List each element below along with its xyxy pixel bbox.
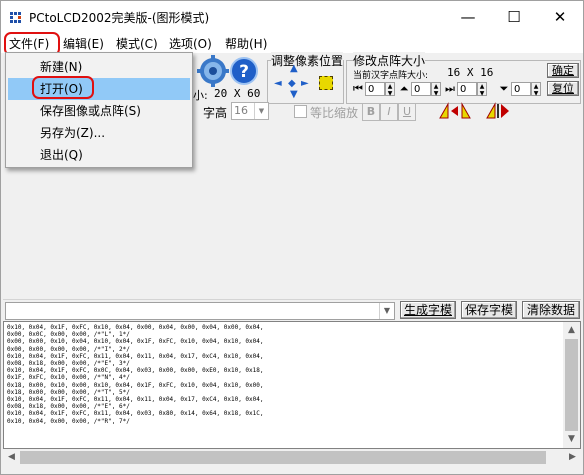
proportional-label: 等比缩放 (310, 106, 359, 120)
proportional-checkbox[interactable] (294, 105, 307, 118)
menu-item-exit[interactable]: 退出(Q) (8, 144, 190, 166)
rotate-icon[interactable] (438, 102, 478, 120)
menu-item-save-label: 保存图像或点阵(S) (40, 104, 141, 118)
output-textarea[interactable]: 0x10, 0x04, 0x1F, 0xFC, 0x10, 0x04, 0x00… (3, 321, 581, 449)
menu-item-save-as[interactable]: 另存为(Z)... (8, 122, 190, 144)
text-input-combo[interactable]: ▼ (5, 302, 395, 320)
vertical-scrollbar[interactable]: ▲ ▼ (563, 322, 580, 448)
output-line: 0x10, 0x04, 0x1F, 0xFC, 0x11, 0x04, 0x03… (7, 410, 264, 418)
chevron-down-icon: ▼ (254, 103, 268, 119)
clear-button[interactable]: 清除数据 (522, 301, 580, 319)
maximize-icon: ☐ (507, 8, 521, 26)
right-spin-stepper[interactable]: ▲ ▼ (477, 82, 487, 97)
horizontal-scrollbar[interactable]: ◀ ▶ (3, 449, 581, 466)
right-spin-input[interactable]: 0 (457, 82, 477, 96)
app-icon (10, 12, 24, 24)
flip-icon[interactable] (485, 102, 525, 120)
current-size-label: 当前汉字点阵大小: (353, 71, 429, 81)
shift-up-icon[interactable]: ▲ (290, 63, 298, 74)
scroll-right-icon[interactable]: ▶ (564, 449, 581, 466)
menu-item-exit-label: 退出(Q) (40, 148, 83, 162)
bottom-spin-stepper[interactable]: ▲ ▼ (531, 82, 541, 97)
output-line: 0x18, 0x00, 0x00, 0x00, /*"T", 5*/ (7, 388, 130, 396)
output-line: 0x08, 0x18, 0x00, 0x00, /*"E", 6*/ (7, 403, 130, 411)
left-spin-stepper[interactable]: ▲ ▼ (385, 82, 395, 97)
pixel-select-icon[interactable] (319, 76, 333, 90)
chevron-down-icon: ▼ (379, 303, 394, 319)
menu-mode[interactable]: 模式(C) (116, 35, 158, 52)
menu-item-new-label: 新建(N) (40, 60, 83, 74)
output-code: 0x10, 0x04, 0x1F, 0xFC, 0x10, 0x04, 0x00… (7, 324, 563, 425)
svg-text:?: ? (239, 62, 249, 82)
output-line: 0x00, 0x00, 0x00, 0x00, /*"I", 2*/ (7, 345, 130, 353)
trim-down-icon[interactable]: ⏷ (497, 82, 511, 96)
font-height-select[interactable]: 16 ▼ (231, 102, 269, 120)
gear-icon[interactable] (197, 55, 229, 87)
save-button[interactable]: 保存字模 (461, 301, 517, 319)
shift-center-icon[interactable]: ◆ (288, 78, 296, 89)
horizontal-scroll-thumb[interactable] (20, 451, 546, 464)
menu-item-save[interactable]: 保存图像或点阵(S) (8, 100, 190, 122)
generate-button[interactable]: 生成字模 (400, 301, 456, 319)
font-height-value: 16 (234, 104, 248, 117)
app-window: PCtoLCD2002完美版-(图形模式) — ☐ ✕ 文件(F) 编辑(E) … (0, 0, 584, 475)
close-icon: ✕ (553, 8, 567, 26)
size-prefix: 小: (193, 89, 208, 102)
trim-right-icon[interactable]: ⏭ (443, 82, 457, 96)
trim-left-icon[interactable]: ⏮ (351, 82, 365, 96)
output-line: 0x10, 0x04, 0x1F, 0xFC, 0x10, 0x04, 0x00… (7, 324, 264, 331)
open-item-highlight-annotation (32, 76, 94, 99)
scroll-up-icon[interactable]: ▲ (563, 322, 580, 339)
menu-bar: 文件(F) 编辑(E) 模式(C) 选项(O) 帮助(H) (1, 33, 583, 53)
menu-help[interactable]: 帮助(H) (225, 35, 267, 52)
menu-item-save-as-label: 另存为(Z)... (40, 126, 106, 140)
vertical-scroll-thumb[interactable] (565, 339, 578, 431)
shift-left-icon[interactable]: ◄ (274, 78, 282, 89)
output-line: 0x00, 0x0C, 0x00, 0x00, /*"L", 1*/ (7, 331, 130, 339)
minimize-icon: — (460, 8, 476, 26)
output-line: 0x18, 0x00, 0x10, 0x00, 0x10, 0x04, 0x1F… (7, 381, 264, 389)
title-bar: PCtoLCD2002完美版-(图形模式) — ☐ ✕ (1, 1, 583, 33)
output-line: 0x00, 0x00, 0x10, 0x04, 0x10, 0x04, 0x1F… (7, 338, 264, 346)
output-line: 0x1F, 0xFC, 0x10, 0x00, /*"N", 4*/ (7, 374, 130, 382)
file-menu-dropdown: 新建(N) 打开(O) 保存图像或点阵(S) 另存为(Z)... 退出(Q) (5, 52, 193, 168)
menu-options[interactable]: 选项(O) (169, 35, 212, 52)
scroll-left-icon[interactable]: ◀ (3, 449, 20, 466)
output-line: 0x08, 0x18, 0x00, 0x00, /*"E", 3*/ (7, 360, 130, 368)
modify-matrix-title: 修改点阵大小 (353, 52, 426, 69)
trim-up-icon[interactable]: ⏶ (397, 82, 411, 96)
font-height-label: 字高 (203, 106, 228, 120)
bold-button[interactable]: B (362, 103, 380, 121)
output-line: 0x10, 0x04, 0x1F, 0xFC, 0x11, 0x04, 0x11… (7, 352, 264, 360)
output-line: 0x10, 0x04, 0x1F, 0xFC, 0x0C, 0x04, 0x03… (7, 367, 264, 375)
output-line: 0x10, 0x04, 0x00, 0x00, /*"R", 7*/ (7, 417, 130, 425)
help-icon[interactable]: ? (229, 56, 259, 86)
scroll-down-icon[interactable]: ▼ (563, 431, 580, 448)
shift-right-icon[interactable]: ► (301, 78, 309, 89)
underline-button[interactable]: U (398, 103, 416, 121)
output-line: 0x10, 0x04, 0x1F, 0xFC, 0x11, 0x04, 0x11… (7, 396, 264, 404)
action-bar: ▼ 生成字模 保存字模 清除数据 (1, 300, 583, 320)
maximize-button[interactable]: ☐ (491, 1, 537, 33)
menu-item-new[interactable]: 新建(N) (8, 56, 190, 78)
confirm-button[interactable]: 确定 (547, 63, 579, 78)
window-title: PCtoLCD2002完美版-(图形模式) (29, 11, 210, 25)
adjust-pixel-title: 调整像素位置 (271, 52, 344, 69)
menu-edit[interactable]: 编辑(E) (63, 35, 104, 52)
top-spin-input[interactable]: 0 (411, 82, 431, 96)
restore-button[interactable]: 复位 (547, 81, 579, 96)
current-size-value: 16 X 16 (447, 66, 494, 79)
left-spin-input[interactable]: 0 (365, 82, 385, 96)
minimize-button[interactable]: — (445, 1, 491, 33)
shift-down-icon[interactable]: ▼ (290, 89, 298, 100)
bottom-spin-input[interactable]: 0 (511, 82, 531, 96)
close-button[interactable]: ✕ (537, 1, 583, 33)
italic-button[interactable]: I (380, 103, 398, 121)
size-value: 20 X 60 (214, 87, 261, 100)
top-spin-stepper[interactable]: ▲ ▼ (431, 82, 441, 97)
